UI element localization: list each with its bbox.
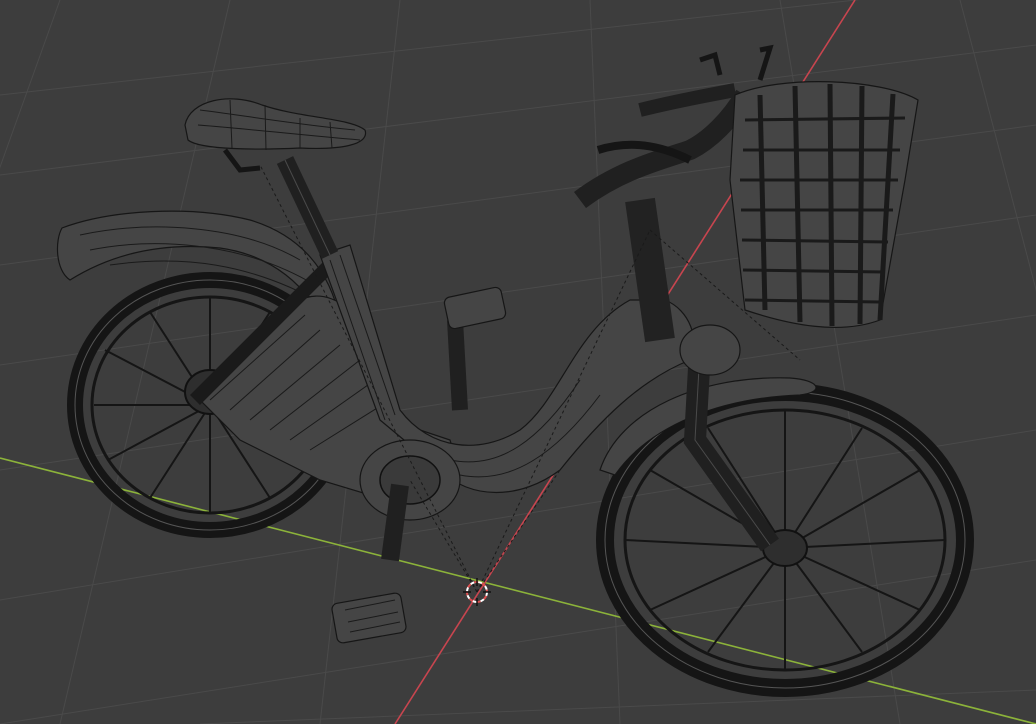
front-wheel[interactable]	[596, 383, 974, 697]
front-basket[interactable]	[729, 81, 919, 329]
saddle[interactable]	[184, 98, 367, 173]
3d-viewport[interactable]	[0, 0, 1036, 724]
viewport-canvas[interactable]	[0, 0, 1036, 724]
head-tube[interactable]	[625, 197, 675, 343]
